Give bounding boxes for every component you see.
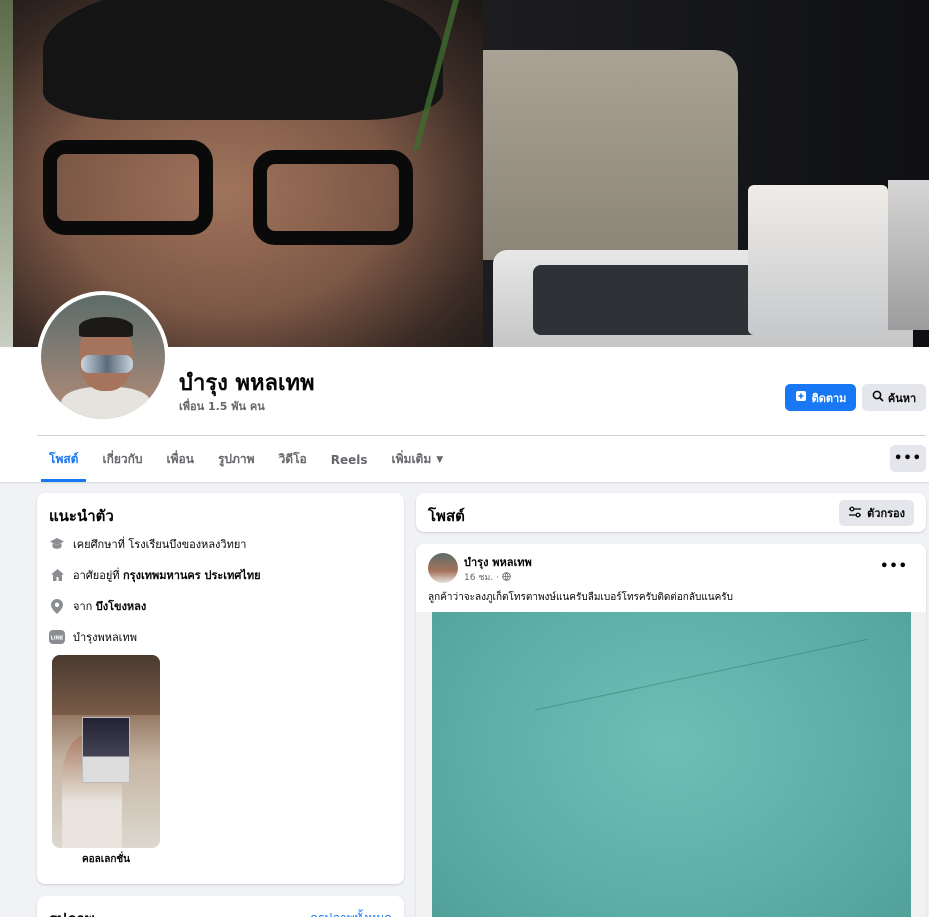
friends-count[interactable]: เพื่อน 1.5 พัน คน <box>179 397 265 415</box>
tab-label: วิดีโอ <box>278 452 307 466</box>
intro-education: เคยศึกษาที่ โรงเรียนบึงของหลงวิทยา <box>49 535 246 553</box>
intro-from-value[interactable]: บึงโขงหลง <box>96 600 147 613</box>
cover-glasses-left <box>43 140 213 235</box>
filter-icon <box>848 506 862 521</box>
tab-about[interactable]: เกี่ยวกับ <box>90 437 154 482</box>
avatar-hair <box>79 317 133 337</box>
tab-reels[interactable]: Reels <box>319 437 380 482</box>
profile-avatar[interactable] <box>37 291 169 423</box>
post-author-name[interactable]: บำรุง พหลเทพ <box>464 553 532 571</box>
filter-button[interactable]: ตัวกรอง <box>839 500 914 526</box>
avatar-sunglasses <box>81 355 133 373</box>
tab-friends[interactable]: เพื่อน <box>155 437 206 482</box>
graduation-cap-icon <box>49 536 65 552</box>
cover-glasses-right <box>253 150 413 245</box>
tab-label: เกี่ยวกับ <box>102 452 143 466</box>
tab-label: เพื่อน <box>166 452 194 466</box>
post-image-texture <box>534 638 910 906</box>
collection-thumbnail[interactable] <box>52 655 160 848</box>
cover-edge <box>0 0 13 347</box>
search-label: ค้นหา <box>887 391 917 405</box>
cover-hair <box>43 0 443 120</box>
tab-label: เพิ่มเติม <box>391 452 432 466</box>
intro-education-text: เคยศึกษาที่ โรงเรียนบึงของหลงวิทยา <box>73 535 246 553</box>
tab-label: Reels <box>330 452 368 467</box>
intro-lives-value[interactable]: กรุงเทพมหานคร ประเทศไทย <box>123 569 261 582</box>
intro-title: แนะนำตัว <box>49 507 114 525</box>
filter-label: ตัวกรอง <box>867 507 905 520</box>
intro-card: แนะนำตัว เคยศึกษาที่ โรงเรียนบึงของหลงวิ… <box>37 493 404 884</box>
follow-icon <box>795 390 807 405</box>
post-card: บำรุง พหลเทพ 16 ชม. · ••• ลูกค้าว่าจะลงภ… <box>416 544 926 917</box>
follow-label: ติดตาม <box>811 391 847 405</box>
header-divider <box>37 435 926 436</box>
cover-truck-3 <box>888 180 929 330</box>
tab-more[interactable]: เพิ่มเติม ▼ <box>380 437 456 482</box>
post-options-button[interactable]: ••• <box>880 559 908 574</box>
photos-card: รูปภาพ ดูรูปภาพทั้งหมด <box>37 896 404 917</box>
intro-from-text: จาก บึงโขงหลง <box>73 597 146 615</box>
intro-education-value[interactable]: โรงเรียนบึงของหลงวิทยา <box>128 538 246 551</box>
search-button[interactable]: ค้นหา <box>862 384 926 411</box>
caret-down-icon: ▼ <box>436 454 444 465</box>
photos-title: รูปภาพ <box>49 907 95 917</box>
profile-header: บำรุง พหลเทพ เพื่อน 1.5 พัน คน ติดตาม ค้… <box>0 0 929 482</box>
avatar-shirt <box>61 387 151 419</box>
see-all-photos-link[interactable]: ดูรูปภาพทั้งหมด <box>310 909 392 917</box>
follow-button[interactable]: ติดตาม <box>785 384 856 411</box>
intro-line-text: บำรุงพหลเทพ <box>73 631 137 644</box>
post-image-content <box>432 612 911 917</box>
search-icon <box>872 390 884 405</box>
collection-card <box>82 717 130 783</box>
svg-text:LINE: LINE <box>51 636 64 642</box>
intro-lives: อาศัยอยู่ที่ กรุงเทพมหานคร ประเทศไทย <box>49 566 261 584</box>
tab-videos[interactable]: วิดีโอ <box>267 437 319 482</box>
post-text: ลูกค้าว่าจะลงภูเก็ตโทรตาพงษ์แนครับลืมเบอ… <box>428 592 734 603</box>
collection-label[interactable]: คอลเลกชั่น <box>52 852 160 867</box>
location-pin-icon <box>49 598 65 614</box>
post-image[interactable] <box>416 612 926 917</box>
post-author-avatar[interactable] <box>428 553 458 583</box>
profile-name: บำรุง พหลเทพ <box>179 371 315 396</box>
collection-roof <box>52 655 160 715</box>
cover-truck-windshield <box>533 265 783 335</box>
tab-photos[interactable]: รูปภาพ <box>206 437 267 482</box>
intro-education-prefix: เคยศึกษาที่ <box>73 538 129 551</box>
intro-from-prefix: จาก <box>73 600 96 613</box>
cover-truck-2 <box>748 185 888 335</box>
tab-label: โพสต์ <box>49 452 79 466</box>
avatar-photo <box>41 295 165 419</box>
tab-posts[interactable]: โพสต์ <box>37 437 90 482</box>
more-options-button[interactable]: ••• <box>890 445 926 472</box>
profile-tabs: โพสต์ เกี่ยวกับ เพื่อน รูปภาพ วิดีโอ Ree… <box>37 437 455 482</box>
home-icon <box>49 567 65 583</box>
intro-lives-text: อาศัยอยู่ที่ กรุงเทพมหานคร ประเทศไทย <box>73 566 261 584</box>
post-meta: 16 ชม. · <box>464 570 511 584</box>
intro-lives-prefix: อาศัยอยู่ที่ <box>73 569 124 582</box>
line-app-icon: LINE <box>49 629 65 645</box>
intro-from: จาก บึงโขงหลง <box>49 597 146 615</box>
cover-photo[interactable] <box>13 0 929 347</box>
tab-label: รูปภาพ <box>217 452 255 466</box>
posts-header-card: โพสต์ ตัวกรอง <box>416 493 926 532</box>
post-time[interactable]: 16 ชม. · <box>464 573 502 583</box>
globe-icon <box>502 572 511 583</box>
intro-line: LINE บำรุงพหลเทพ <box>49 628 137 646</box>
posts-title: โพสต์ <box>428 507 465 525</box>
